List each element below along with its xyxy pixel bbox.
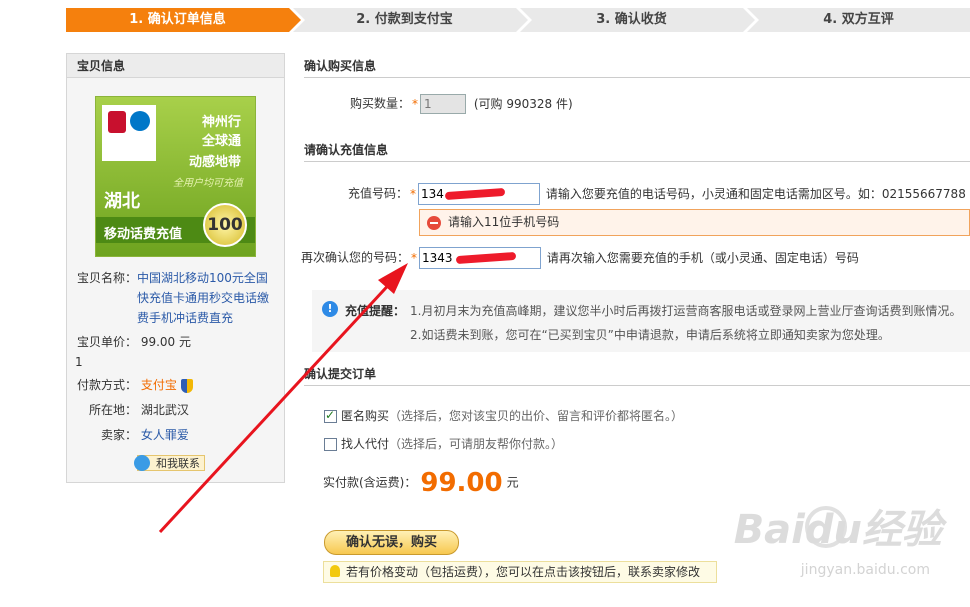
annotation-arrow-line <box>158 276 397 534</box>
annotation-arrow <box>158 263 408 534</box>
